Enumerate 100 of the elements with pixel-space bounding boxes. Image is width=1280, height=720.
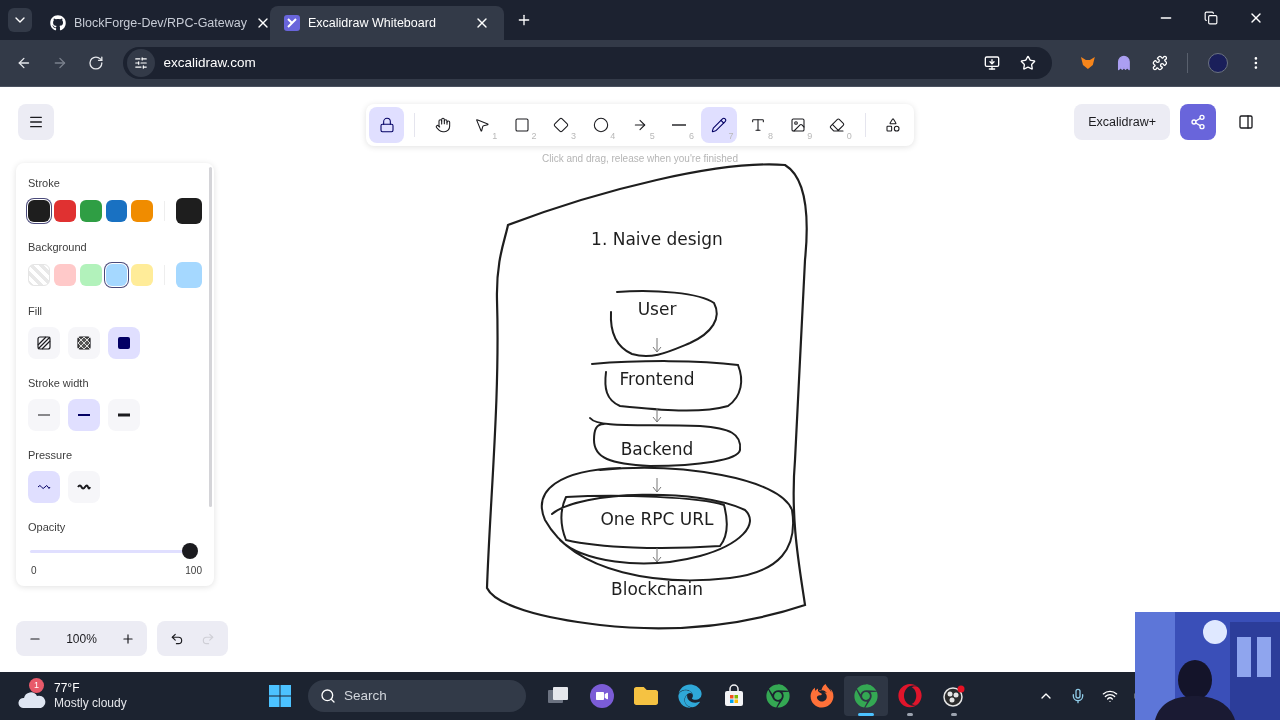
- tool-button[interactable]: 5: [622, 107, 658, 143]
- install-app-icon[interactable]: [984, 55, 1000, 71]
- square-icon: [513, 117, 530, 133]
- main-menu-button[interactable]: [18, 104, 54, 140]
- share-icon: [1190, 114, 1206, 130]
- transparent-swatch[interactable]: [28, 264, 50, 286]
- tool-button[interactable]: 6: [661, 107, 698, 143]
- color-swatch[interactable]: [53, 200, 76, 222]
- back-icon[interactable]: [16, 55, 32, 71]
- option-button[interactable]: [68, 399, 100, 431]
- section-label: Background: [28, 240, 88, 255]
- pencil-icon: [710, 117, 727, 133]
- search-icon: [320, 688, 336, 704]
- diamond-icon: [553, 117, 570, 133]
- sliders-icon: [134, 56, 149, 70]
- color-swatch[interactable]: [131, 200, 154, 222]
- shortcut-number: 4: [610, 132, 616, 141]
- tab-title: BlockForge-Dev/RPC-Gateway: [74, 14, 247, 32]
- color-swatch[interactable]: [79, 200, 102, 222]
- option-button[interactable]: [68, 471, 100, 503]
- library-button[interactable]: Excalidraw+: [1074, 104, 1170, 140]
- folder-icon: [634, 684, 658, 708]
- current-color-swatch[interactable]: [176, 262, 203, 288]
- tool-button[interactable]: 9: [779, 107, 816, 143]
- down-arrow: [652, 337, 662, 353]
- color-swatch[interactable]: [53, 264, 76, 286]
- zoom-level[interactable]: 100%: [66, 629, 97, 648]
- option-button[interactable]: [28, 327, 60, 359]
- tool-button[interactable]: 4: [582, 107, 619, 143]
- tool-button[interactable]: [369, 107, 405, 143]
- shortcut-number: 8: [767, 132, 773, 141]
- profile-avatar[interactable]: [1208, 53, 1229, 73]
- down-arrow: [652, 407, 662, 423]
- cloud-icon: [18, 690, 46, 708]
- lock-icon: [378, 117, 395, 133]
- color-swatch[interactable]: [131, 264, 154, 286]
- circle-icon: [592, 117, 609, 133]
- tab-search-button[interactable]: [8, 8, 32, 32]
- ghost-extension-icon[interactable]: [1115, 55, 1132, 71]
- browser-tab[interactable]: Excalidraw Whiteboard: [270, 6, 504, 40]
- node-label: Blockchain: [611, 578, 703, 602]
- reload-icon[interactable]: [87, 55, 104, 71]
- bookmark-star-icon[interactable]: [1020, 55, 1036, 71]
- tool-button[interactable]: 2: [504, 107, 540, 143]
- option-button[interactable]: [108, 399, 140, 431]
- search-placeholder: Search: [344, 686, 387, 705]
- new-tab-icon[interactable]: [516, 12, 532, 28]
- shortcut-number: 3: [570, 132, 576, 141]
- site-settings-icon[interactable]: [127, 49, 156, 77]
- section-label: Stroke width: [28, 376, 90, 391]
- color-swatch[interactable]: [28, 200, 50, 222]
- hint-text: Click and drag, release when you're finished: [542, 152, 738, 166]
- chrome-icon: [854, 684, 878, 708]
- tool-button[interactable]: 8: [740, 107, 776, 143]
- shortcut-number: 9: [807, 132, 813, 141]
- microphone-icon[interactable]: [1070, 688, 1086, 704]
- node-label: One RPC URL: [600, 508, 714, 532]
- undo-icon[interactable]: [169, 631, 184, 646]
- cross-hatch-icon: [77, 336, 91, 350]
- shortcut-number: 7: [728, 132, 734, 141]
- node-label: Frontend: [619, 368, 695, 392]
- medium-line-icon: [77, 413, 91, 417]
- hatch-icon: [37, 336, 51, 350]
- down-arrow: [652, 477, 662, 493]
- shortcut-number: 2: [531, 132, 537, 141]
- firefox-icon: [810, 684, 834, 708]
- obs-icon: [942, 684, 966, 708]
- windows-start-icon[interactable]: [268, 684, 292, 708]
- video-chat-icon: [590, 684, 614, 708]
- browser-tab[interactable]: BlockForge-Dev/RPC-Gateway: [36, 6, 270, 40]
- option-button[interactable]: [108, 327, 140, 359]
- color-swatch[interactable]: [79, 264, 102, 286]
- tool-button[interactable]: 0: [819, 107, 855, 143]
- opacity-slider[interactable]: [28, 543, 198, 559]
- wave-icon: [37, 484, 51, 490]
- share-button[interactable]: [1180, 104, 1216, 140]
- notification-badge: 1: [29, 678, 44, 693]
- restore-icon[interactable]: [1204, 11, 1218, 25]
- shortcut-number: 6: [689, 132, 695, 141]
- tool-button[interactable]: 1: [464, 107, 501, 143]
- slider-thumb[interactable]: [182, 543, 198, 559]
- color-swatch[interactable]: [105, 264, 128, 286]
- tool-button[interactable]: 3: [543, 107, 579, 143]
- shortcut-number: 5: [649, 132, 655, 141]
- color-swatch[interactable]: [105, 200, 128, 222]
- tool-button[interactable]: 7: [701, 107, 737, 143]
- section-label: Opacity: [28, 520, 67, 535]
- fox-extension-icon[interactable]: [1080, 55, 1096, 71]
- taskbar-search-field[interactable]: Search: [308, 680, 526, 712]
- option-button[interactable]: [68, 327, 100, 359]
- line-icon: [671, 124, 688, 126]
- zoom-in-icon[interactable]: [121, 631, 135, 646]
- extensions-icon[interactable]: [1151, 55, 1168, 71]
- section-label: Fill: [28, 304, 44, 319]
- wifi-icon[interactable]: [1102, 688, 1118, 704]
- current-color-swatch[interactable]: [176, 198, 203, 224]
- address-bar[interactable]: excalidraw.com: [123, 47, 1052, 79]
- shortcut-number: 1: [492, 132, 498, 141]
- store-bag-icon: [722, 684, 746, 708]
- taskbar-app-button[interactable]: [844, 676, 888, 716]
